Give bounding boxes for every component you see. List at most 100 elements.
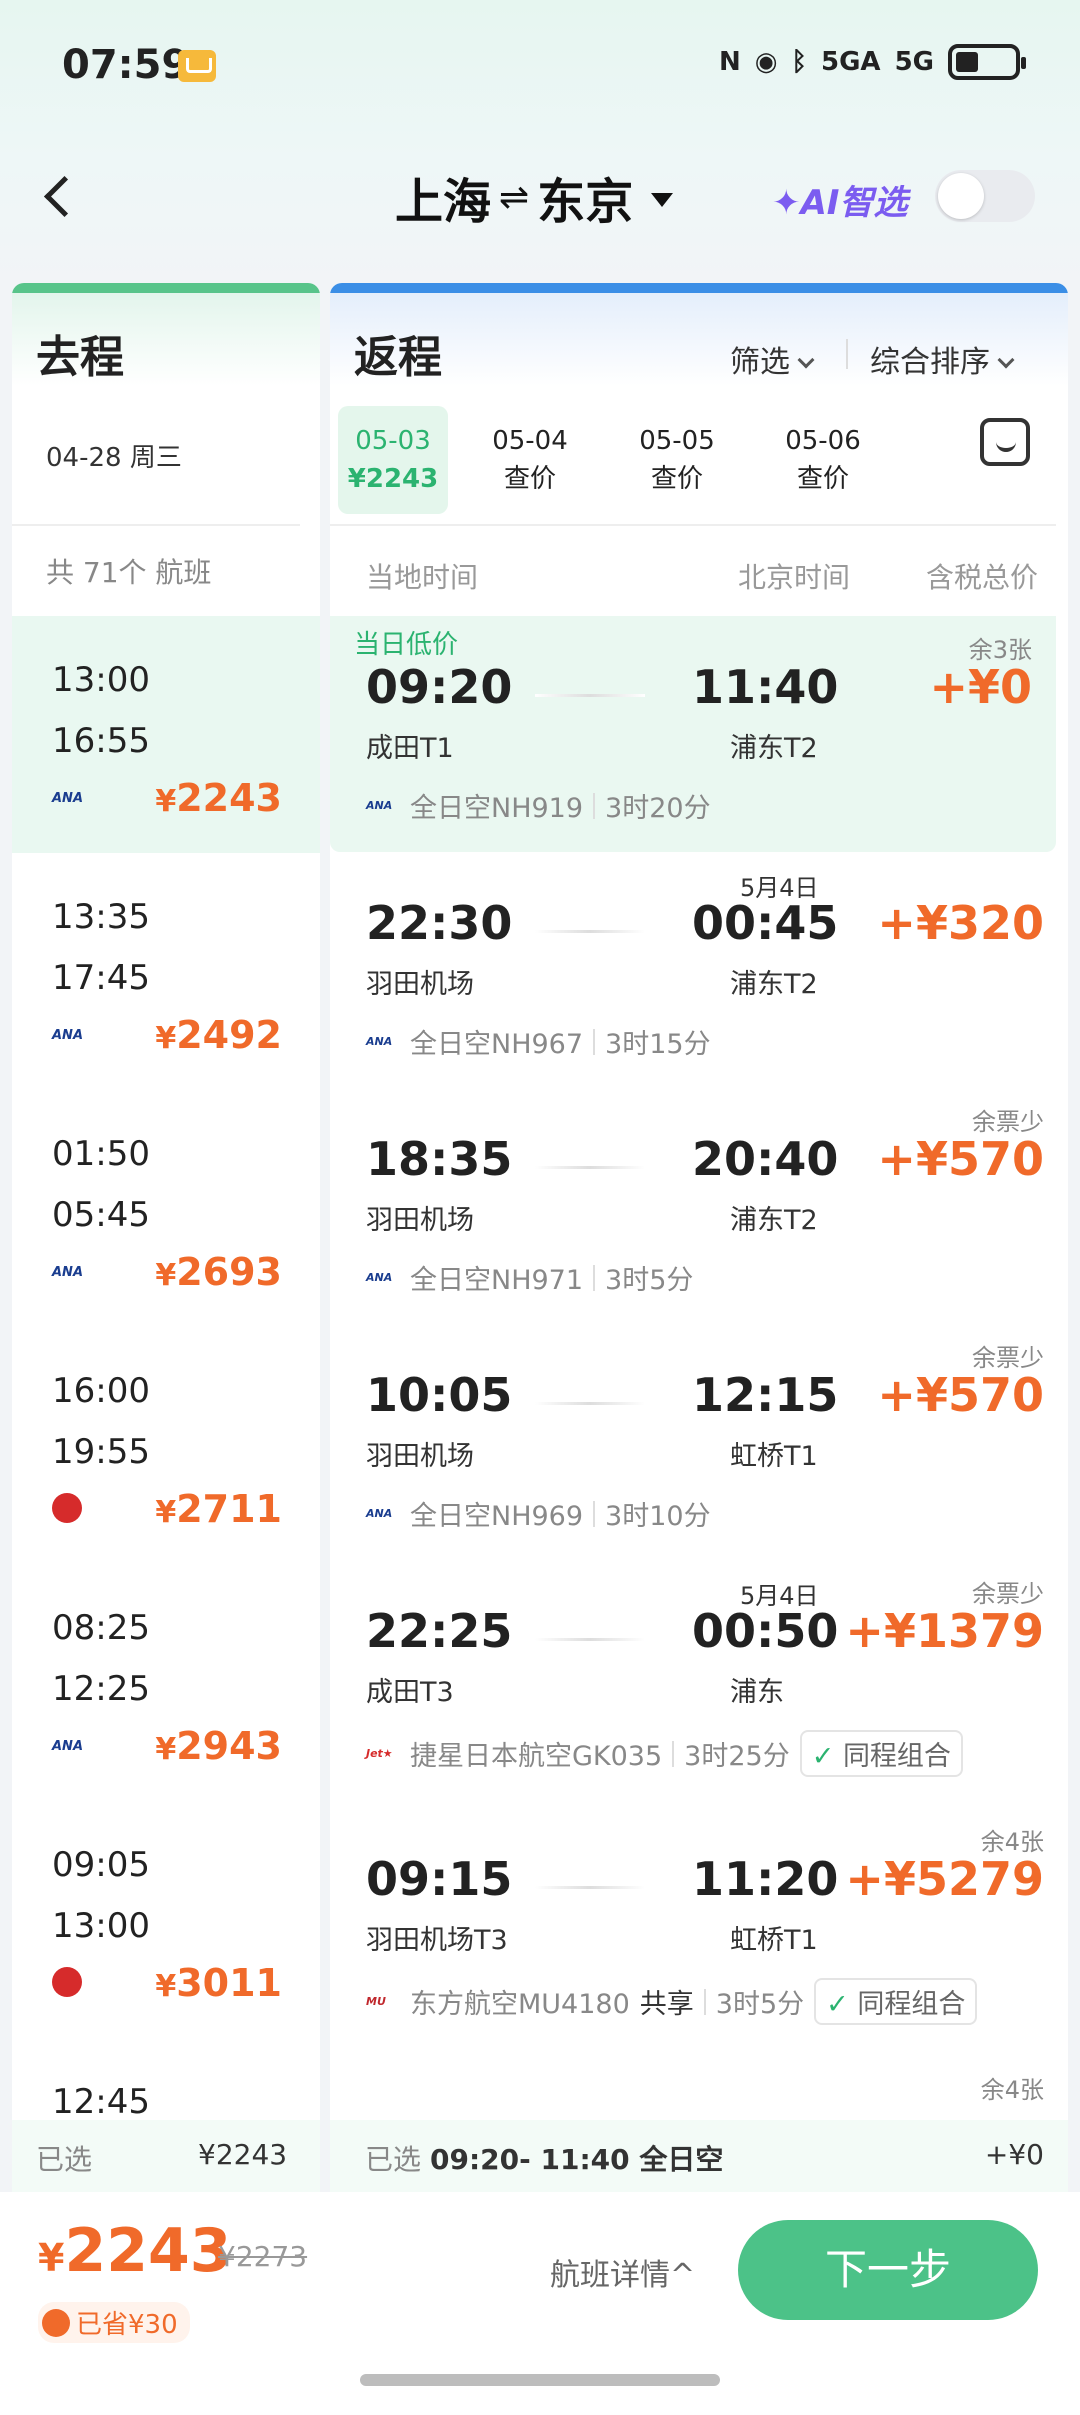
return-arr-time: 00:50 xyxy=(692,1604,839,1658)
selected-return-info: 09:20- 11:40 全日空 xyxy=(430,2143,724,2176)
outbound-dep-time: 08:25 xyxy=(52,1608,150,1648)
battery-icon xyxy=(948,44,1026,80)
flight-line xyxy=(535,694,645,697)
calendar-icon[interactable] xyxy=(980,418,1030,466)
route-to: 东京 xyxy=(537,174,634,230)
caret-down-icon xyxy=(651,193,674,207)
ana-logo-icon: ANA xyxy=(366,1507,393,1520)
ana-logo-icon: ANA xyxy=(366,799,393,812)
alarm-icon: ◉ xyxy=(754,47,778,77)
outbound-price: ¥2711 xyxy=(155,1487,282,1531)
sort-button[interactable]: 综合排序 xyxy=(870,337,1015,381)
return-arr-airport: 浦东T2 xyxy=(730,1205,818,1236)
chevron-down-icon xyxy=(797,351,815,369)
flight-meta: ANA 全日空NH969 3时10分 xyxy=(366,1500,711,1532)
outbound-flight-item[interactable]: 09:05 13:00 ¥3011 xyxy=(12,1801,320,2038)
outbound-flight-item[interactable]: 01:50 05:45 ANA ¥2693 xyxy=(12,1090,320,1327)
return-flight-item[interactable]: 18:35 20:40 羽田机场 浦东T2 余票少 +¥570 ANA 全日空NH… xyxy=(330,1088,1068,1324)
flight-line xyxy=(535,1402,645,1405)
col-beijing-time: 北京时间 xyxy=(738,561,851,594)
outbound-price: ¥3011 xyxy=(155,1961,282,2005)
filter-button[interactable]: 筛选 xyxy=(730,337,815,381)
return-header: 返程 筛选 综合排序 xyxy=(330,293,1068,386)
return-dep-time: 10:05 xyxy=(366,1368,513,1422)
return-dep-airport: 羽田机场 xyxy=(366,969,474,1000)
date-tab[interactable]: 05-05 查价 xyxy=(622,422,732,498)
next-step-button[interactable]: 下一步 xyxy=(738,2220,1038,2320)
ana-logo-icon: ANA xyxy=(366,1035,393,1048)
outbound-dep-time: 12:45 xyxy=(52,2082,150,2122)
flight-meta: MU东方航空MU4180共享3时5分同程组合 xyxy=(366,1978,978,2025)
return-column-headers: 当地时间 北京时间 含税总价 xyxy=(330,526,1068,616)
ana-logo-icon: ANA xyxy=(52,1265,84,1280)
outbound-date[interactable]: 04-28 周三 xyxy=(12,386,300,526)
back-button[interactable] xyxy=(38,170,78,220)
nfc-icon: N xyxy=(718,47,741,77)
flight-meta: ANA 全日空NH971 3时5分 xyxy=(366,1264,694,1296)
return-flight-item[interactable]: 09:15 11:20 羽田机场T3 虹桥T1 余4张 +¥5279 MU 东方航… xyxy=(330,1808,1068,2056)
outbound-arr-time: 19:55 xyxy=(52,1432,150,1472)
total-price: ¥2243 xyxy=(38,2216,232,2286)
flight-meta: Jet★捷星日本航空GK0353时25分同程组合 xyxy=(366,1730,963,1777)
return-dep-airport: 羽田机场 xyxy=(366,1205,474,1236)
flight-line xyxy=(535,930,645,933)
ai-select-label: ✦AI智选 xyxy=(772,183,908,223)
return-title: 返程 xyxy=(354,332,442,383)
return-arr-time: 00:45 xyxy=(692,896,839,950)
return-price: +¥320 xyxy=(877,896,1044,950)
flight-line xyxy=(535,1886,645,1889)
return-dep-time: 18:35 xyxy=(366,1132,513,1186)
outbound-flight-item[interactable]: 13:35 17:45 ANA ¥2492 xyxy=(12,853,320,1090)
flight-detail-toggle[interactable]: 航班详情^ xyxy=(550,2250,695,2294)
combo-tag: 同程组合 xyxy=(814,1978,978,2025)
ana-logo-icon: ANA xyxy=(52,1028,84,1043)
outbound-dep-time: 09:05 xyxy=(52,1845,150,1885)
swap-arrows-icon: ⇌ xyxy=(499,176,530,218)
return-arr-airport: 浦东T2 xyxy=(730,733,818,764)
flight-meta: ANA 全日空NH919 3时20分 xyxy=(366,792,711,824)
saved-badge: 已省¥30 xyxy=(38,2302,190,2343)
return-dep-airport: 羽田机场T3 xyxy=(366,1925,508,1956)
return-price: +¥570 xyxy=(877,1368,1044,1422)
discount-icon xyxy=(42,2308,70,2337)
home-indicator xyxy=(360,2374,720,2386)
return-flight-item[interactable]: 10:05 12:15 羽田机场 虹桥T1 余票少 +¥570 ANA 全日空NH… xyxy=(330,1324,1068,1560)
jetstar-logo-icon: Jet★ xyxy=(366,1747,393,1760)
return-dep-time: 22:30 xyxy=(366,896,513,950)
return-price: +¥570 xyxy=(877,1132,1044,1186)
date-tab[interactable]: 05-04 查价 xyxy=(475,422,585,498)
return-flight-item[interactable]: 5月4日 22:30 00:45 羽田机场 浦东T2 +¥320 ANA 全日空N… xyxy=(330,852,1068,1088)
selected-outbound-label: 已选 xyxy=(36,2143,93,2176)
outbound-flight-item[interactable]: 16:00 19:55 ¥2711 xyxy=(12,1327,320,1564)
return-arr-airport: 浦东 xyxy=(730,1677,784,1708)
outbound-arr-time: 12:25 xyxy=(52,1669,150,1709)
outbound-flight-item[interactable]: 08:25 12:25 ANA ¥2943 xyxy=(12,1564,320,1801)
ana-logo-icon: ANA xyxy=(52,1739,84,1754)
selected-return-label: 已选 xyxy=(365,2143,422,2176)
return-arr-airport: 虹桥T1 xyxy=(730,1925,818,1956)
return-arr-airport: 浦东T2 xyxy=(730,969,818,1000)
ana-logo-icon: ANA xyxy=(366,1271,393,1284)
selected-return-price: +¥0 xyxy=(984,2138,1044,2171)
return-accent-line xyxy=(330,283,1068,293)
return-flight-item[interactable]: 5月4日 22:25 00:50 成田T3 浦东 余票少 +¥1379 Jet★… xyxy=(330,1560,1068,1808)
chevron-down-icon xyxy=(997,351,1015,369)
return-dep-time: 22:25 xyxy=(366,1604,513,1658)
original-price: ¥2273 xyxy=(218,2240,308,2273)
selected-summary-bar: 已选 ¥2243 已选 09:20- 11:40 全日空 +¥0 xyxy=(0,2120,1080,2192)
outbound-dep-time: 13:00 xyxy=(52,660,150,700)
ana-logo-icon: ANA xyxy=(52,791,84,806)
return-dep-airport: 羽田机场 xyxy=(366,1441,474,1472)
date-tab[interactable]: 05-06 查价 xyxy=(768,422,878,498)
outbound-flight-item[interactable]: 13:00 16:55 ANA ¥2243 xyxy=(12,616,320,853)
outbound-price: ¥2243 xyxy=(155,776,282,820)
date-tab[interactable]: 05-03 ¥2243 xyxy=(338,406,448,514)
outbound-title: 去程 xyxy=(12,293,320,386)
return-panel: 返程 筛选 综合排序 05-03 ¥2243 05-04 查价 05-05 查价 05… xyxy=(330,283,1068,2188)
route-selector[interactable]: 上海 ⇌ 东京 xyxy=(395,162,674,232)
outbound-accent-line xyxy=(12,283,320,293)
return-flight-item[interactable]: 当日低价 09:20 11:40 成田T1 浦东T2 余3张 +¥0 ANA 全日… xyxy=(330,616,1056,852)
return-dep-time: 09:20 xyxy=(366,660,513,714)
ai-select-toggle[interactable] xyxy=(935,170,1035,222)
bottom-bar: ¥2243 ¥2273 已省¥30 航班详情^ 下一步 xyxy=(0,2192,1080,2415)
